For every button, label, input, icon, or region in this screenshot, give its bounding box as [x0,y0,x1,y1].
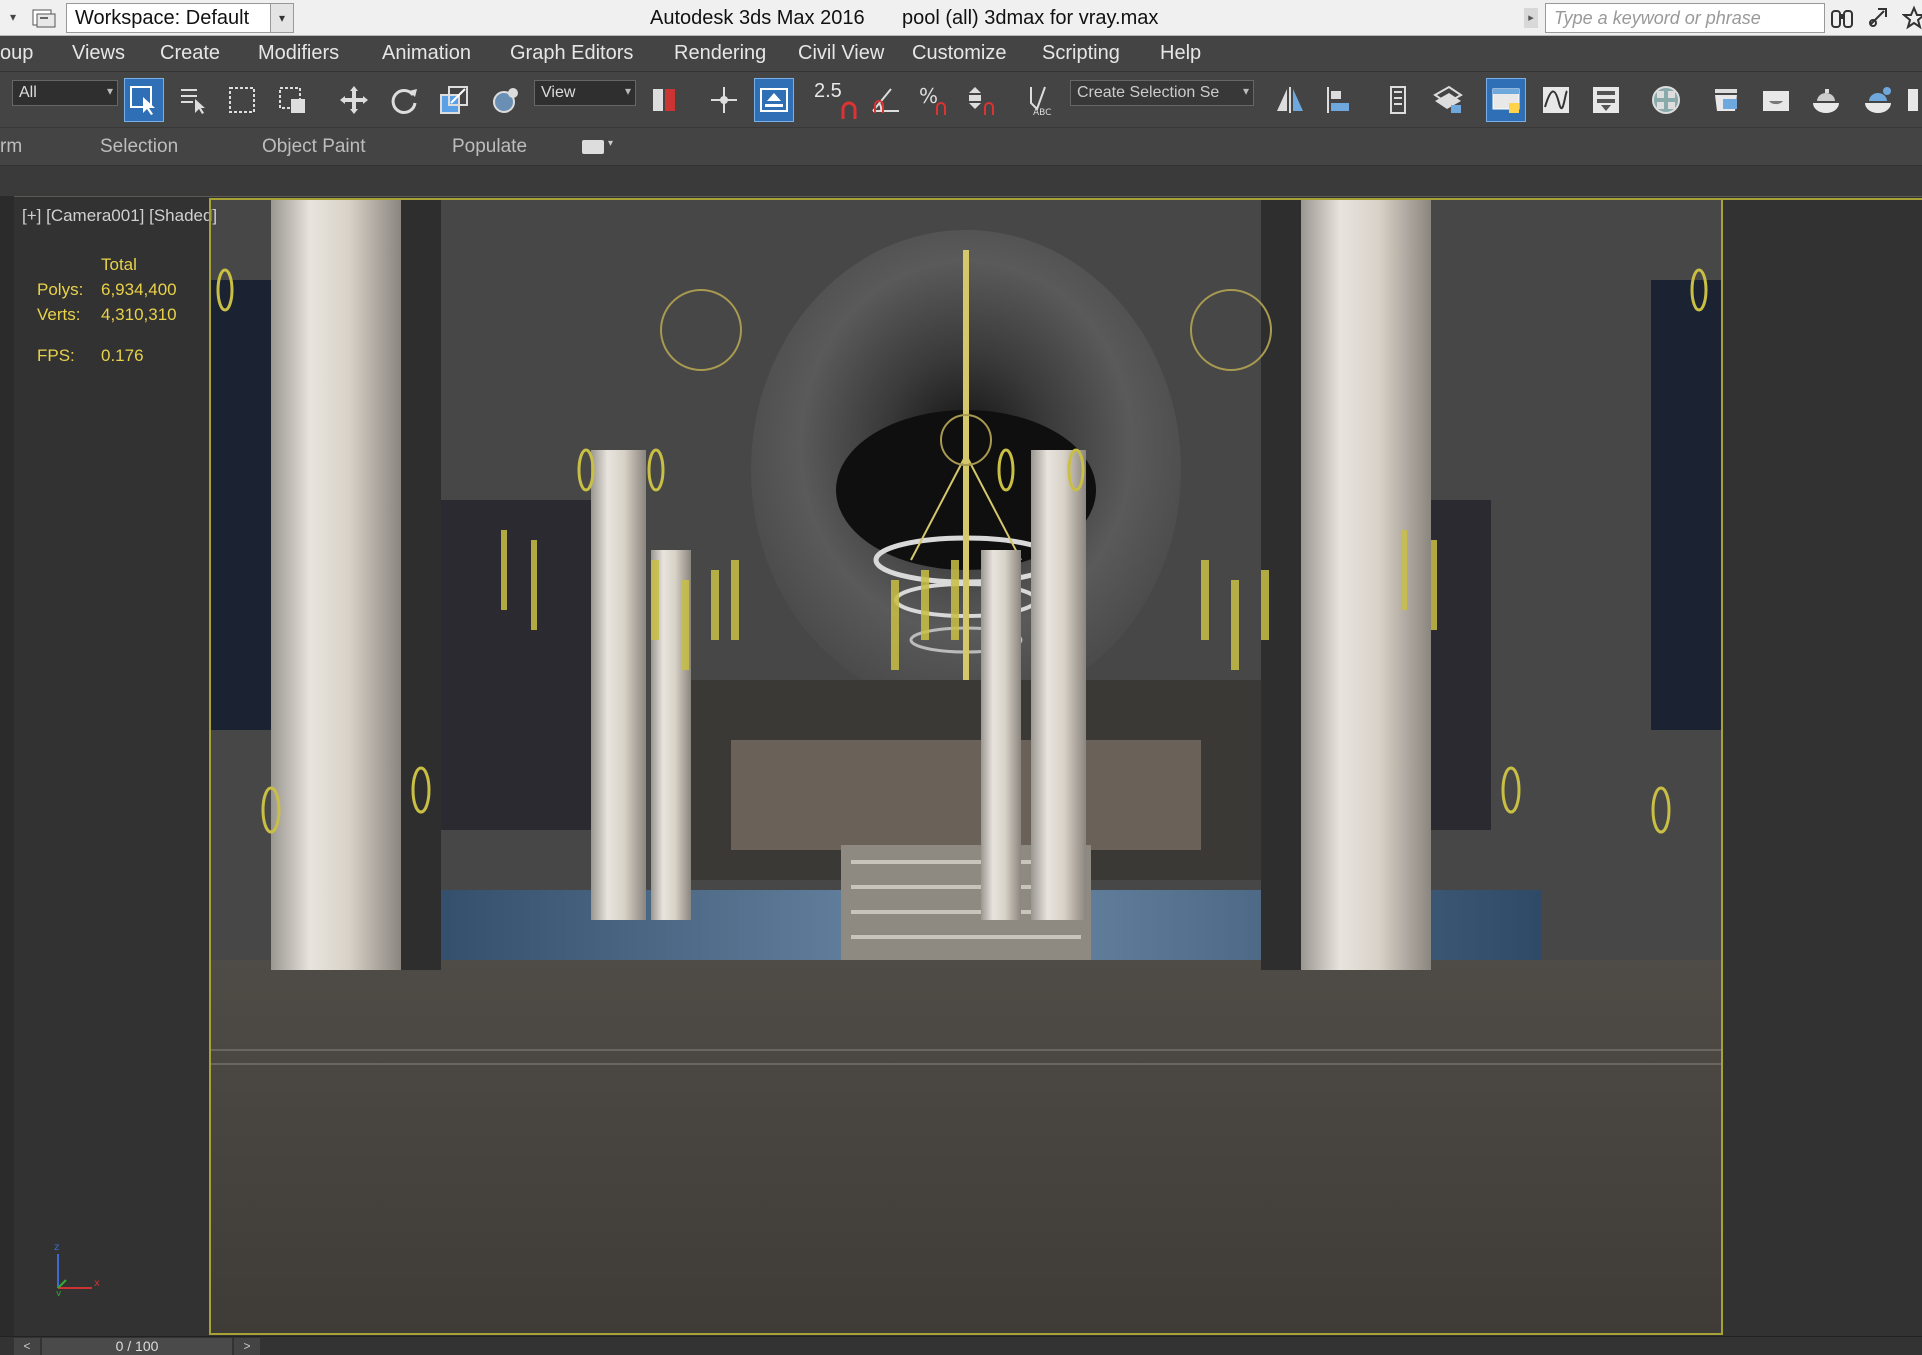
stats-polys-label: Polys: [37,280,84,299]
menu-group[interactable]: oup [0,42,33,65]
menu-animation[interactable]: Animation [382,42,471,65]
svg-text:y: y [56,1289,62,1296]
stats-fps-label: FPS: [37,346,75,365]
align-icon[interactable] [1320,78,1360,122]
render-setup-icon[interactable] [1706,78,1746,122]
safe-frame [209,198,1723,1335]
file-title: pool (all) 3dmax for vray.max [902,7,1159,29]
svg-text:x: x [94,1278,100,1289]
select-place-icon[interactable] [486,78,526,122]
svg-text:%: % [919,84,938,108]
binoculars-icon[interactable] [1830,5,1854,31]
menu-rendering[interactable]: Rendering [674,42,766,65]
menu-graph-editors[interactable]: Graph Editors [510,42,633,65]
chevron-down-icon[interactable]: ▾ [608,138,613,149]
named-selection-set-value: Create Selection Se [1077,84,1220,101]
toolbar-overflow-icon[interactable] [1904,78,1922,122]
search-expand-icon[interactable]: ▸ [1524,8,1538,28]
quick-access-icon[interactable] [30,6,58,30]
chevron-down-icon: ▾ [624,84,631,98]
chevron-down-icon: ▾ [106,84,113,98]
ribbon-options-icon[interactable] [582,140,604,154]
edit-named-sets-icon[interactable]: ABC [1022,78,1062,122]
viewport-label[interactable]: [+] [Camera001] [Shaded] [22,206,217,226]
percent-snap-icon[interactable]: % [914,78,954,122]
stats-total-label: Total [101,255,137,274]
app-title: Autodesk 3ds Max 2016 [650,7,865,29]
menu-help[interactable]: Help [1160,42,1201,65]
ribbon-tab-row: rm Selection Object Paint Populate ▾ [0,128,1922,166]
main-toolbar: All ▾ View ▾ 2.5 % ABC Create Selection … [0,72,1922,128]
reference-coordinate-value: View [541,84,576,101]
stats-fps-value: 0.176 [101,346,144,365]
search-placeholder: Type a keyword or phrase [1554,7,1761,28]
select-move-icon[interactable] [334,78,374,122]
menu-scripting[interactable]: Scripting [1042,42,1120,65]
svg-text:ABC: ABC [1033,108,1051,117]
workspace-dropdown[interactable]: Workspace: Default ▾ [66,3,294,33]
selection-filter-value: All [19,84,37,101]
select-object-icon[interactable] [124,78,164,122]
curve-editor-icon[interactable] [1536,78,1576,122]
select-rotate-icon[interactable] [384,78,424,122]
menu-create[interactable]: Create [160,42,220,65]
named-selection-set-dropdown[interactable]: Create Selection Se ▾ [1070,80,1254,106]
sign-in-icon[interactable] [1866,5,1890,31]
chevron-down-icon: ▾ [1242,84,1249,98]
layer-manager-icon[interactable] [1378,78,1418,122]
reference-coordinate-dropdown[interactable]: View ▾ [534,80,636,106]
select-by-name-icon[interactable] [174,78,214,122]
select-scale-icon[interactable] [434,78,474,122]
menu-bar: oup Views Create Modifiers Animation Gra… [0,36,1922,72]
workspace-label: Workspace: Default [75,6,250,29]
menu-modifiers[interactable]: Modifiers [258,42,339,65]
time-slider-bar: < 0 / 100 > [0,1336,1922,1355]
menu-civil-view[interactable]: Civil View [798,42,884,65]
schematic-view-icon[interactable] [1586,78,1626,122]
next-frame-button[interactable]: > [234,1338,260,1355]
keyboard-shortcut-icon[interactable] [754,78,794,122]
previous-frame-button[interactable]: < [14,1338,40,1355]
angle-snap-icon[interactable] [866,78,906,122]
axis-tripod-icon: z x y [54,1242,100,1296]
rectangular-selection-icon[interactable] [222,78,262,122]
spinner-snap-icon[interactable] [962,78,1002,122]
svg-text:z: z [54,1242,59,1253]
ribbon-toggle-icon[interactable] [1486,78,1526,122]
select-manipulate-icon[interactable] [704,78,744,122]
material-editor-icon[interactable] [1646,78,1686,122]
tab-populate[interactable]: Populate [452,136,527,158]
window-crossing-icon[interactable] [272,78,312,122]
favorites-star-icon[interactable] [1901,5,1922,31]
mirror-icon[interactable] [1270,78,1310,122]
stats-verts-value: 4,310,310 [101,305,177,324]
rendered-frame-icon[interactable] [1756,78,1796,122]
render-icon[interactable] [1806,78,1846,122]
viewport-statistics: Total Polys: 6,934,400 Verts: 4,310,310 FP… [37,252,177,368]
tab-selection[interactable]: Selection [100,136,178,158]
pivot-center-icon[interactable] [644,78,684,122]
tab-object-paint[interactable]: Object Paint [262,136,366,158]
viewport-border [1723,198,1922,200]
workspace-menu-button[interactable]: ▾ [270,3,294,33]
selection-filter-dropdown[interactable]: All ▾ [12,80,118,106]
tab-freeform[interactable]: rm [0,136,22,158]
stats-verts-label: Verts: [37,305,81,324]
quick-access-dropdown-icon[interactable]: ▾ [6,8,20,26]
menu-customize[interactable]: Customize [912,42,1006,65]
menu-views[interactable]: Views [72,42,125,65]
ribbon-panel-strip [0,166,1922,196]
render-iterative-icon[interactable] [1858,78,1898,122]
time-slider[interactable]: 0 / 100 [42,1338,232,1355]
scene-explorer-icon[interactable] [1428,78,1468,122]
search-input[interactable]: Type a keyword or phrase [1545,3,1825,33]
title-bar: ▾ Workspace: Default ▾ ▾ Autodesk 3ds Ma… [0,0,1922,36]
stats-polys-value: 6,934,400 [101,280,177,299]
frame-display: 0 / 100 [115,1338,159,1354]
